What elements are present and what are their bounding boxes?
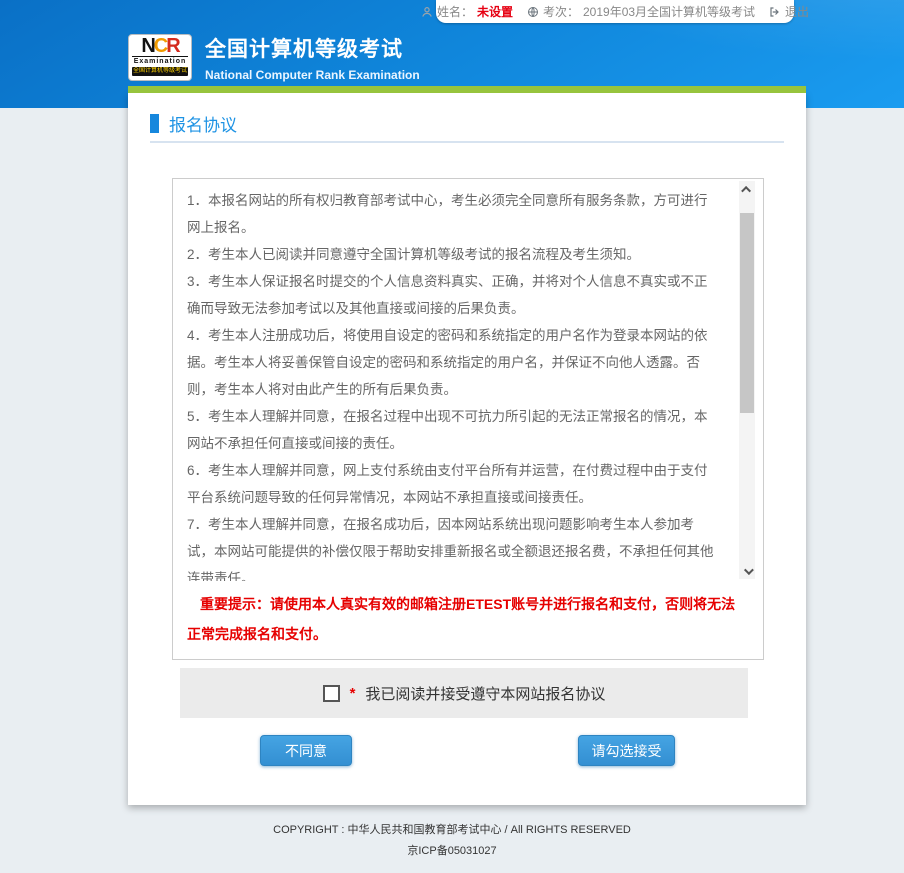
scrollbar-track[interactable] [739, 181, 755, 579]
disagree-button[interactable]: 不同意 [260, 735, 352, 766]
icp-number: 京ICP备05031027 [0, 841, 904, 862]
accept-checkbox-band: * 我已阅读并接受遵守本网站报名协议 [180, 668, 748, 718]
logo-strip-text: 全国计算机等级考试 [132, 67, 188, 76]
title-divider [150, 141, 784, 143]
green-accent-bar [128, 86, 806, 93]
site-title-cn: 全国计算机等级考试 [205, 33, 420, 63]
logo-ncr-letters: NCR [141, 36, 178, 56]
accept-button[interactable]: 请勾选接受 [578, 735, 675, 766]
page-title: 报名协议 [169, 111, 237, 136]
agreement-item: 2．考生本人已阅读并同意遵守全国计算机等级考试的报名流程及考生须知。 [187, 241, 715, 268]
scroll-down-arrow[interactable] [739, 563, 755, 579]
agreement-item: 5．考生本人理解并同意，在报名过程中出现不可抗力所引起的无法正常报名的情况，本网… [187, 403, 715, 457]
name-value: 未设置 [477, 3, 513, 20]
agreement-item: 1．本报名网站的所有权归教育部考试中心，考生必须完全同意所有服务条款，方可进行网… [187, 187, 715, 241]
agreement-item: 4．考生本人注册成功后，将使用自设定的密码和系统指定的用户名作为登录本网站的依据… [187, 322, 715, 403]
footer: COPYRIGHT : 中华人民共和国教育部考试中心 / All RIGHTS … [0, 820, 904, 862]
ncre-logo: NCR Examination 全国计算机等级考试 [128, 34, 192, 81]
page: 姓名： 未设置 考次： 2019年03月全国计算机等级考试 退出 NC [0, 0, 904, 873]
agreement-checkbox[interactable] [323, 685, 340, 702]
chevron-down-icon [743, 565, 753, 575]
logo-letter-r: R [166, 35, 178, 57]
required-mark: * [350, 685, 356, 702]
content-card: 报名协议 1．本报名网站的所有权归教育部考试中心，考生必须完全同意所有服务条款，… [128, 93, 806, 805]
section-title: 报名协议 [150, 111, 237, 136]
important-notice: 重要提示：请使用本人真实有效的邮箱注册ETEST账号并进行报名和支付，否则将无法… [187, 589, 747, 649]
agreement-box: 1．本报名网站的所有权归教育部考试中心，考生必须完全同意所有服务条款，方可进行网… [172, 178, 764, 660]
name-label: 姓名： [437, 3, 473, 20]
scrollbar-thumb[interactable] [740, 213, 754, 413]
copyright-text: COPYRIGHT : 中华人民共和国教育部考试中心 / All RIGHTS … [0, 820, 904, 841]
brand-titles: 全国计算机等级考试 National Computer Rank Examina… [205, 33, 420, 82]
logo-letter-n: N [141, 35, 153, 57]
agreement-checkbox-label[interactable]: 我已阅读并接受遵守本网站报名协议 [365, 683, 605, 704]
user-name-item: 姓名： 未设置 [421, 3, 513, 20]
person-icon [421, 6, 433, 18]
logo-examination-text: Examination [132, 56, 188, 66]
agreement-item: 7．考生本人理解并同意，在报名成功后，因本网站系统出现问题影响考生本人参加考试，… [187, 511, 715, 581]
logout-icon [769, 6, 781, 18]
session-label: 考次： [543, 3, 579, 20]
logout-button[interactable]: 退出 [769, 3, 809, 20]
scroll-up-arrow[interactable] [739, 181, 755, 197]
logo-letter-c: C [154, 35, 166, 57]
agreement-scroll-area[interactable]: 1．本报名网站的所有权归教育部考试中心，考生必须完全同意所有服务条款，方可进行网… [173, 179, 763, 581]
session-value: 2019年03月全国计算机等级考试 [583, 3, 755, 20]
title-bullet-icon [150, 114, 159, 133]
globe-icon [527, 6, 539, 18]
session-item: 考次： 2019年03月全国计算机等级考试 [527, 3, 755, 20]
site-title-en: National Computer Rank Examination [205, 68, 420, 82]
user-topbar: 姓名： 未设置 考次： 2019年03月全国计算机等级考试 退出 [436, 0, 794, 23]
logout-label: 退出 [785, 3, 809, 20]
agreement-item: 6．考生本人理解并同意，网上支付系统由支付平台所有并运营，在付费过程中由于支付平… [187, 457, 715, 511]
chevron-up-icon [741, 185, 751, 195]
brand: NCR Examination 全国计算机等级考试 全国计算机等级考试 Nati… [128, 33, 420, 82]
agreement-item: 3．考生本人保证报名时提交的个人信息资料真实、正确，并将对个人信息不真实或不正确… [187, 268, 715, 322]
